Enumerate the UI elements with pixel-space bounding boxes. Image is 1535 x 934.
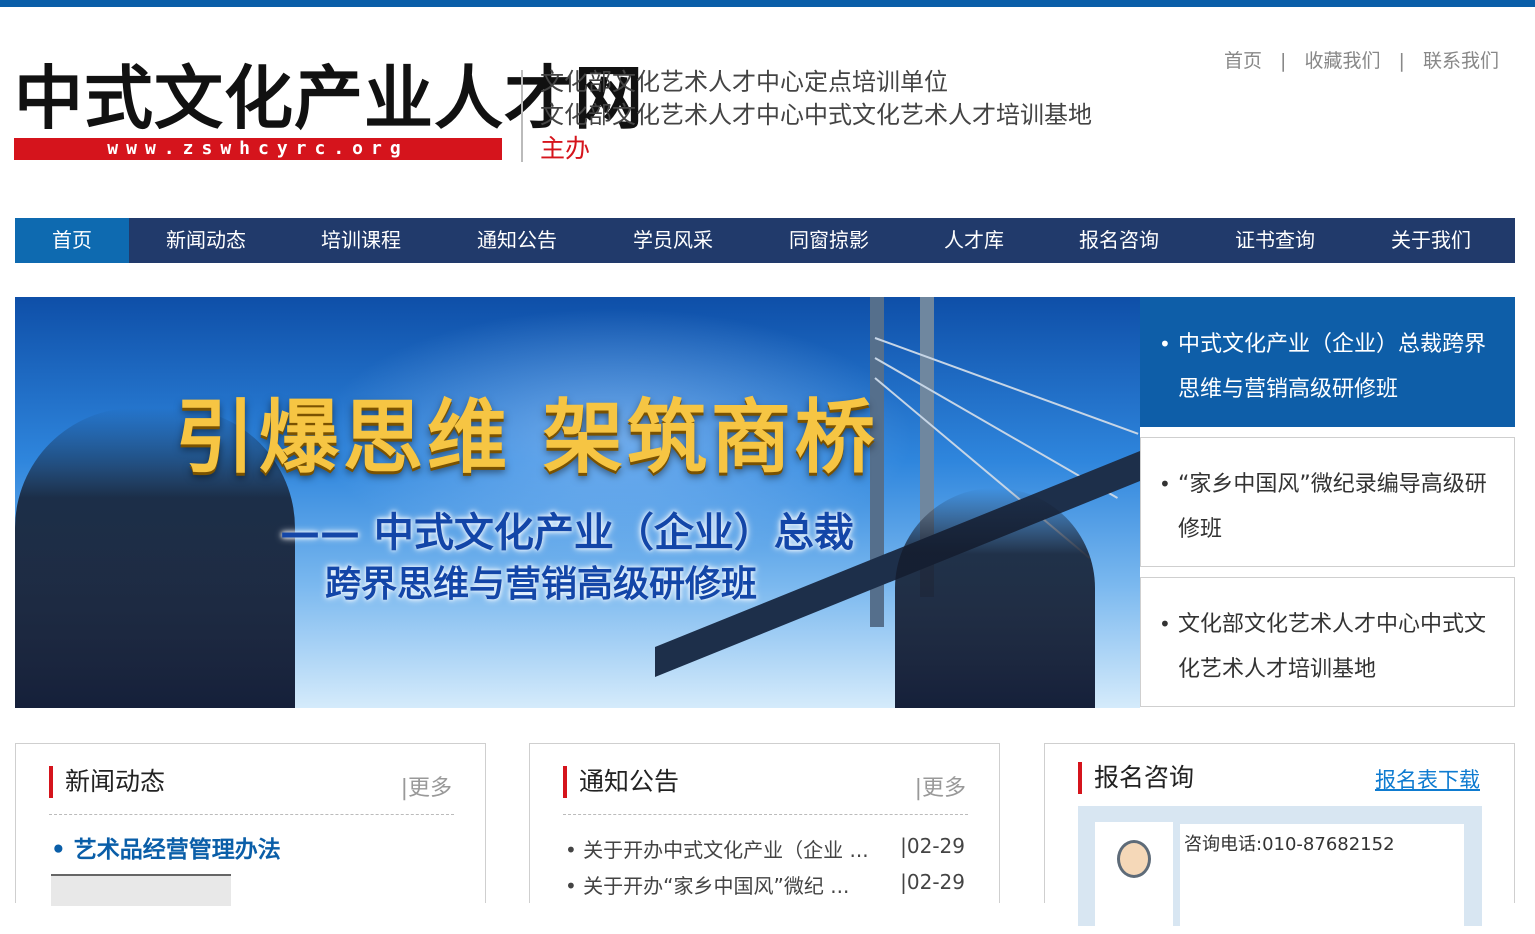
banner-list-item[interactable]: “家乡中国风”微纪录编导高级研修班 xyxy=(1140,437,1515,567)
banner-subtitle-1: —— 中式文化产业（企业）总裁 xyxy=(280,510,854,556)
news-panel: 新闻动态 |更多 艺术品经营管理办法 xyxy=(15,743,486,906)
toplink-separator: | xyxy=(1280,50,1287,72)
consult-phone: 咨询电话:010-87682152 xyxy=(1184,834,1395,855)
toplink-separator: | xyxy=(1398,50,1405,72)
notice-title: 关于开办中式文化产业（企业 ... xyxy=(565,834,868,863)
registration-contact-info: 咨询电话:010-87682152 xyxy=(1180,824,1464,934)
hero-banner[interactable]: 引爆思维 架筑商桥 —— 中式文化产业（企业）总裁 跨界思维与营销高级研修班 xyxy=(15,297,1140,708)
toplink-contact[interactable]: 联系我们 xyxy=(1423,50,1499,72)
registration-form-download-link[interactable]: 报名表下载 xyxy=(1375,764,1480,794)
header-divider xyxy=(521,70,523,162)
handshake-people-group xyxy=(895,488,1095,708)
news-panel-header: 新闻动态 |更多 xyxy=(49,762,454,815)
nav-item-certificate[interactable]: 证书查询 xyxy=(1197,218,1353,263)
top-links: 首页 | 收藏我们 | 联系我们 xyxy=(1224,46,1499,73)
news-more-link[interactable]: |更多 xyxy=(401,770,452,802)
news-panel-title: 新闻动态 xyxy=(49,766,165,798)
news-thumbnail[interactable] xyxy=(51,874,231,906)
organizer-host: 主办 xyxy=(540,134,591,163)
nav-item-notices[interactable]: 通知公告 xyxy=(439,218,595,263)
toplink-home[interactable]: 首页 xyxy=(1224,50,1262,72)
headset-icon xyxy=(1117,840,1151,878)
registration-contact-box: 咨询电话:010-87682152 xyxy=(1078,806,1482,934)
nav-item-classmates[interactable]: 同窗掠影 xyxy=(751,218,907,263)
nav-item-talent[interactable]: 人才库 xyxy=(907,218,1041,263)
notices-panel: 通知公告 |更多 关于开办中式文化产业（企业 ... |02-29 关于开办“家… xyxy=(529,743,1000,903)
bridge-cable xyxy=(874,337,1139,435)
registration-panel: 报名咨询 报名表下载 咨询电话:010-87682152 xyxy=(1044,743,1515,934)
nav-item-students[interactable]: 学员风采 xyxy=(595,218,751,263)
main-nav: 首页 新闻动态 培训课程 通知公告 学员风采 同窗掠影 人才库 报名咨询 证书查… xyxy=(15,218,1515,263)
nav-item-about[interactable]: 关于我们 xyxy=(1353,218,1509,263)
logo-url: www.zswhcyrc.org xyxy=(14,138,502,160)
banner-title: 引爆思维 架筑商桥 xyxy=(175,391,879,484)
notices-panel-header: 通知公告 |更多 xyxy=(563,762,968,815)
notice-title: 关于开办“家乡中国风”微纪 ... xyxy=(565,870,849,899)
nav-item-courses[interactable]: 培训课程 xyxy=(283,218,439,263)
customer-service-icon xyxy=(1095,822,1173,932)
banner-list-item[interactable]: 中式文化产业（企业）总裁跨界思维与营销高级研修班 xyxy=(1140,297,1515,427)
site-logo[interactable]: 中式文化产业人才网 www.zswhcyrc.org xyxy=(14,58,644,160)
organizer-line-2: 文化部文化艺术人才中心中式文化艺术人才培训基地 xyxy=(540,101,1092,129)
nav-item-registration[interactable]: 报名咨询 xyxy=(1041,218,1197,263)
registration-panel-title: 报名咨询 xyxy=(1078,762,1194,794)
notices-more-link[interactable]: |更多 xyxy=(915,770,966,802)
news-headline-link[interactable]: 艺术品经营管理办法 xyxy=(51,830,281,864)
banner-list-item[interactable]: 文化部文化艺术人才中心中式文化艺术人才培训基地 xyxy=(1140,577,1515,707)
nav-item-home[interactable]: 首页 xyxy=(15,218,129,263)
notice-date: |02-29 xyxy=(900,834,965,858)
toplink-favorite[interactable]: 收藏我们 xyxy=(1304,50,1380,72)
banner-subtitle-2: 跨界思维与营销高级研修班 xyxy=(325,564,758,605)
logo-title: 中式文化产业人才网 xyxy=(14,58,644,139)
banner-course-list: 中式文化产业（企业）总裁跨界思维与营销高级研修班 “家乡中国风”微纪录编导高级研… xyxy=(1140,297,1515,717)
top-accent-bar xyxy=(0,0,1535,7)
organizer-info: 文化部文化艺术人才中心定点培训单位 文化部文化艺术人才中心中式文化艺术人才培训基… xyxy=(540,66,1092,165)
organizer-line-1: 文化部文化艺术人才中心定点培训单位 xyxy=(540,68,948,96)
notice-date: |02-29 xyxy=(900,870,965,894)
nav-item-news[interactable]: 新闻动态 xyxy=(129,218,283,263)
notices-panel-title: 通知公告 xyxy=(563,766,679,798)
